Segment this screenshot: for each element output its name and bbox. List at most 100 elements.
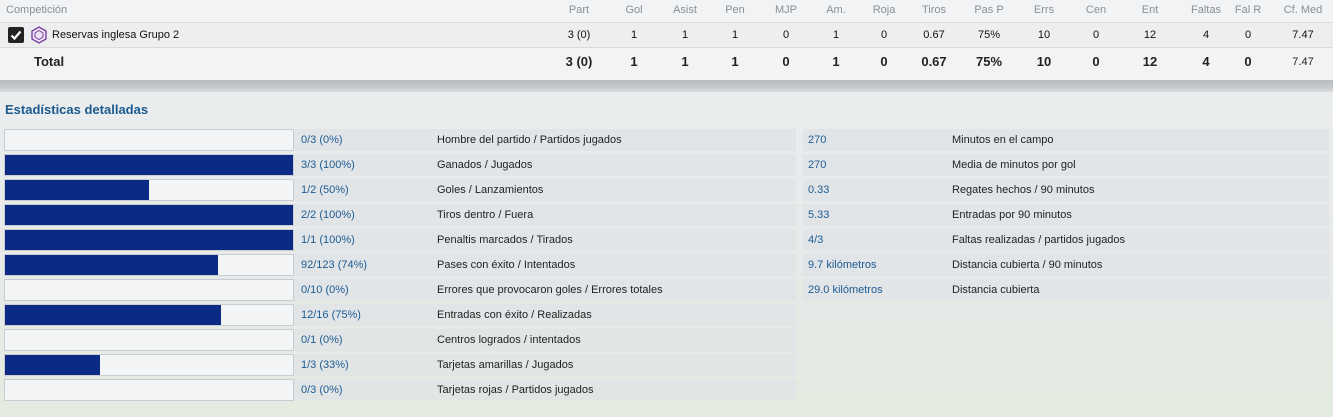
stat-bar	[4, 354, 294, 376]
stat-value: 9.7 kilómetros	[808, 259, 877, 271]
stat-label: Hombre del partido / Partidos jugados	[437, 134, 622, 146]
column-header-cen[interactable]: Cen	[1078, 0, 1114, 20]
stat-label: Media de minutos por gol	[952, 159, 1076, 171]
stat-bar-fill	[5, 355, 101, 375]
stat-row: 2/2 (100%) Tiros dentro / Fuera	[4, 204, 796, 226]
stat-bar	[4, 179, 294, 201]
total-roja: 0	[880, 54, 888, 69]
total-part: 3 (0)	[565, 54, 593, 69]
table-row[interactable]: Reservas inglesa Grupo 2 3 (0) 1 1 1 0 1…	[0, 22, 1333, 48]
column-header-faltas[interactable]: Faltas	[1184, 0, 1228, 20]
cell-am: 1	[832, 29, 840, 41]
stat-bar	[4, 154, 294, 176]
total-errs: 10	[1036, 54, 1052, 69]
column-header-errs[interactable]: Errs	[1025, 0, 1063, 20]
stat-value: 270	[808, 134, 827, 146]
stat-value: 4/3	[808, 234, 824, 246]
stat-row: 0/3 (0%) Tarjetas rojas / Partidos jugad…	[4, 379, 796, 401]
row-checkbox[interactable]	[8, 27, 24, 43]
stat-row: 0.33 Regates hechos / 90 minutos	[803, 179, 1329, 201]
stat-bar	[4, 129, 294, 151]
cell-gol: 1	[630, 29, 638, 41]
stat-bar-fill	[5, 230, 293, 250]
stat-bar	[4, 279, 294, 301]
stat-bar-fill	[5, 205, 293, 225]
column-header-gol[interactable]: Gol	[617, 0, 651, 20]
cell-roja: 0	[880, 29, 888, 41]
stat-row: 29.0 kilómetros Distancia cubierta	[803, 279, 1329, 301]
stat-bar-fill	[5, 305, 221, 325]
stat-label: Tarjetas amarillas / Jugados	[437, 359, 574, 371]
stat-label: Tiros dentro / Fuera	[437, 209, 534, 221]
column-header-asist[interactable]: Asist	[666, 0, 704, 20]
column-header-ent[interactable]: Ent	[1132, 0, 1168, 20]
column-header-falr[interactable]: Fal R	[1230, 0, 1266, 20]
competition-column-header[interactable]: Competición	[6, 0, 67, 20]
column-header-pen[interactable]: Pen	[718, 0, 752, 20]
column-header-part[interactable]: Part	[559, 0, 599, 20]
column-header-roja[interactable]: Roja	[867, 0, 901, 20]
stat-row: 4/3 Faltas realizadas / partidos jugados	[803, 229, 1329, 251]
column-header-cfmed[interactable]: Cf. Med	[1278, 0, 1328, 20]
competition-name[interactable]: Reservas inglesa Grupo 2	[52, 23, 179, 47]
stat-bar	[4, 379, 294, 401]
column-header-mjp[interactable]: MJP	[767, 0, 805, 20]
stat-row: 1/3 (33%) Tarjetas amarillas / Jugados	[4, 354, 796, 376]
stat-value: 1/3 (33%)	[301, 359, 349, 371]
cell-falr: 0	[1244, 29, 1252, 41]
stat-row: 92/123 (74%) Pases con éxito / Intentado…	[4, 254, 796, 276]
stat-value: 2/2 (100%)	[301, 209, 355, 221]
total-pen: 1	[731, 54, 739, 69]
total-falr: 0	[1244, 54, 1252, 69]
cell-ent: 12	[1143, 29, 1157, 41]
column-header-pasp[interactable]: Pas P	[968, 0, 1010, 20]
stat-bar-fill	[5, 180, 149, 200]
total-gol: 1	[630, 54, 638, 69]
total-mjp: 0	[782, 54, 790, 69]
stat-label: Errores que provocaron goles / Errores t…	[437, 284, 663, 296]
stat-row: 5.33 Entradas por 90 minutos	[803, 204, 1329, 226]
cell-errs: 10	[1037, 29, 1051, 41]
total-tiros: 0.67	[921, 54, 947, 69]
stat-label: Faltas realizadas / partidos jugados	[952, 234, 1126, 246]
competition-badge-icon	[30, 26, 48, 44]
stat-row: 12/16 (75%) Entradas con éxito / Realiza…	[4, 304, 796, 326]
stat-label: Goles / Lanzamientos	[437, 184, 544, 196]
stat-value: 0/10 (0%)	[301, 284, 349, 296]
stat-row: 1/2 (50%) Goles / Lanzamientos	[4, 179, 796, 201]
stat-value: 0/3 (0%)	[301, 384, 343, 396]
stat-row: 0/10 (0%) Errores que provocaron goles /…	[4, 279, 796, 301]
table-total-row: Total 3 (0) 1 1 1 0 1 0 0.67 75% 10 0 12…	[0, 48, 1333, 76]
stat-bar	[4, 204, 294, 226]
stat-value: 1/2 (50%)	[301, 184, 349, 196]
stat-value: 0/1 (0%)	[301, 334, 343, 346]
cell-cen: 0	[1092, 29, 1100, 41]
cell-cfmed: 7.47	[1292, 29, 1314, 41]
stat-row: 0/1 (0%) Centros logrados / intentados	[4, 329, 796, 351]
stat-label: Ganados / Jugados	[437, 159, 533, 171]
stat-label: Tarjetas rojas / Partidos jugados	[437, 384, 594, 396]
checkmark-icon	[10, 30, 22, 41]
column-header-tiros[interactable]: Tiros	[915, 0, 953, 20]
stat-row: 1/1 (100%) Penaltis marcados / Tirados	[4, 229, 796, 251]
stat-value: 92/123 (74%)	[301, 259, 368, 271]
total-faltas: 4	[1202, 54, 1210, 69]
stat-row: 0/3 (0%) Hombre del partido / Partidos j…	[4, 129, 796, 151]
stat-value: 1/1 (100%)	[301, 234, 355, 246]
total-am: 1	[832, 54, 840, 69]
stat-label: Pases con éxito / Intentados	[437, 259, 576, 271]
cell-pen: 1	[731, 29, 739, 41]
stat-label: Entradas por 90 minutos	[952, 209, 1072, 221]
stat-label: Centros logrados / intentados	[437, 334, 581, 346]
section-title: Estadísticas detalladas	[5, 102, 149, 117]
total-pasp: 75%	[975, 54, 1003, 69]
stat-label: Penaltis marcados / Tirados	[437, 234, 573, 246]
stat-label: Minutos en el campo	[952, 134, 1054, 146]
stat-row: 3/3 (100%) Ganados / Jugados	[4, 154, 796, 176]
column-header-am[interactable]: Am.	[818, 0, 854, 20]
cell-tiros: 0.67	[923, 29, 945, 41]
stat-label: Entradas con éxito / Realizadas	[437, 309, 592, 321]
stat-value: 0/3 (0%)	[301, 134, 343, 146]
cell-mjp: 0	[782, 29, 790, 41]
stat-bar-fill	[5, 155, 293, 175]
